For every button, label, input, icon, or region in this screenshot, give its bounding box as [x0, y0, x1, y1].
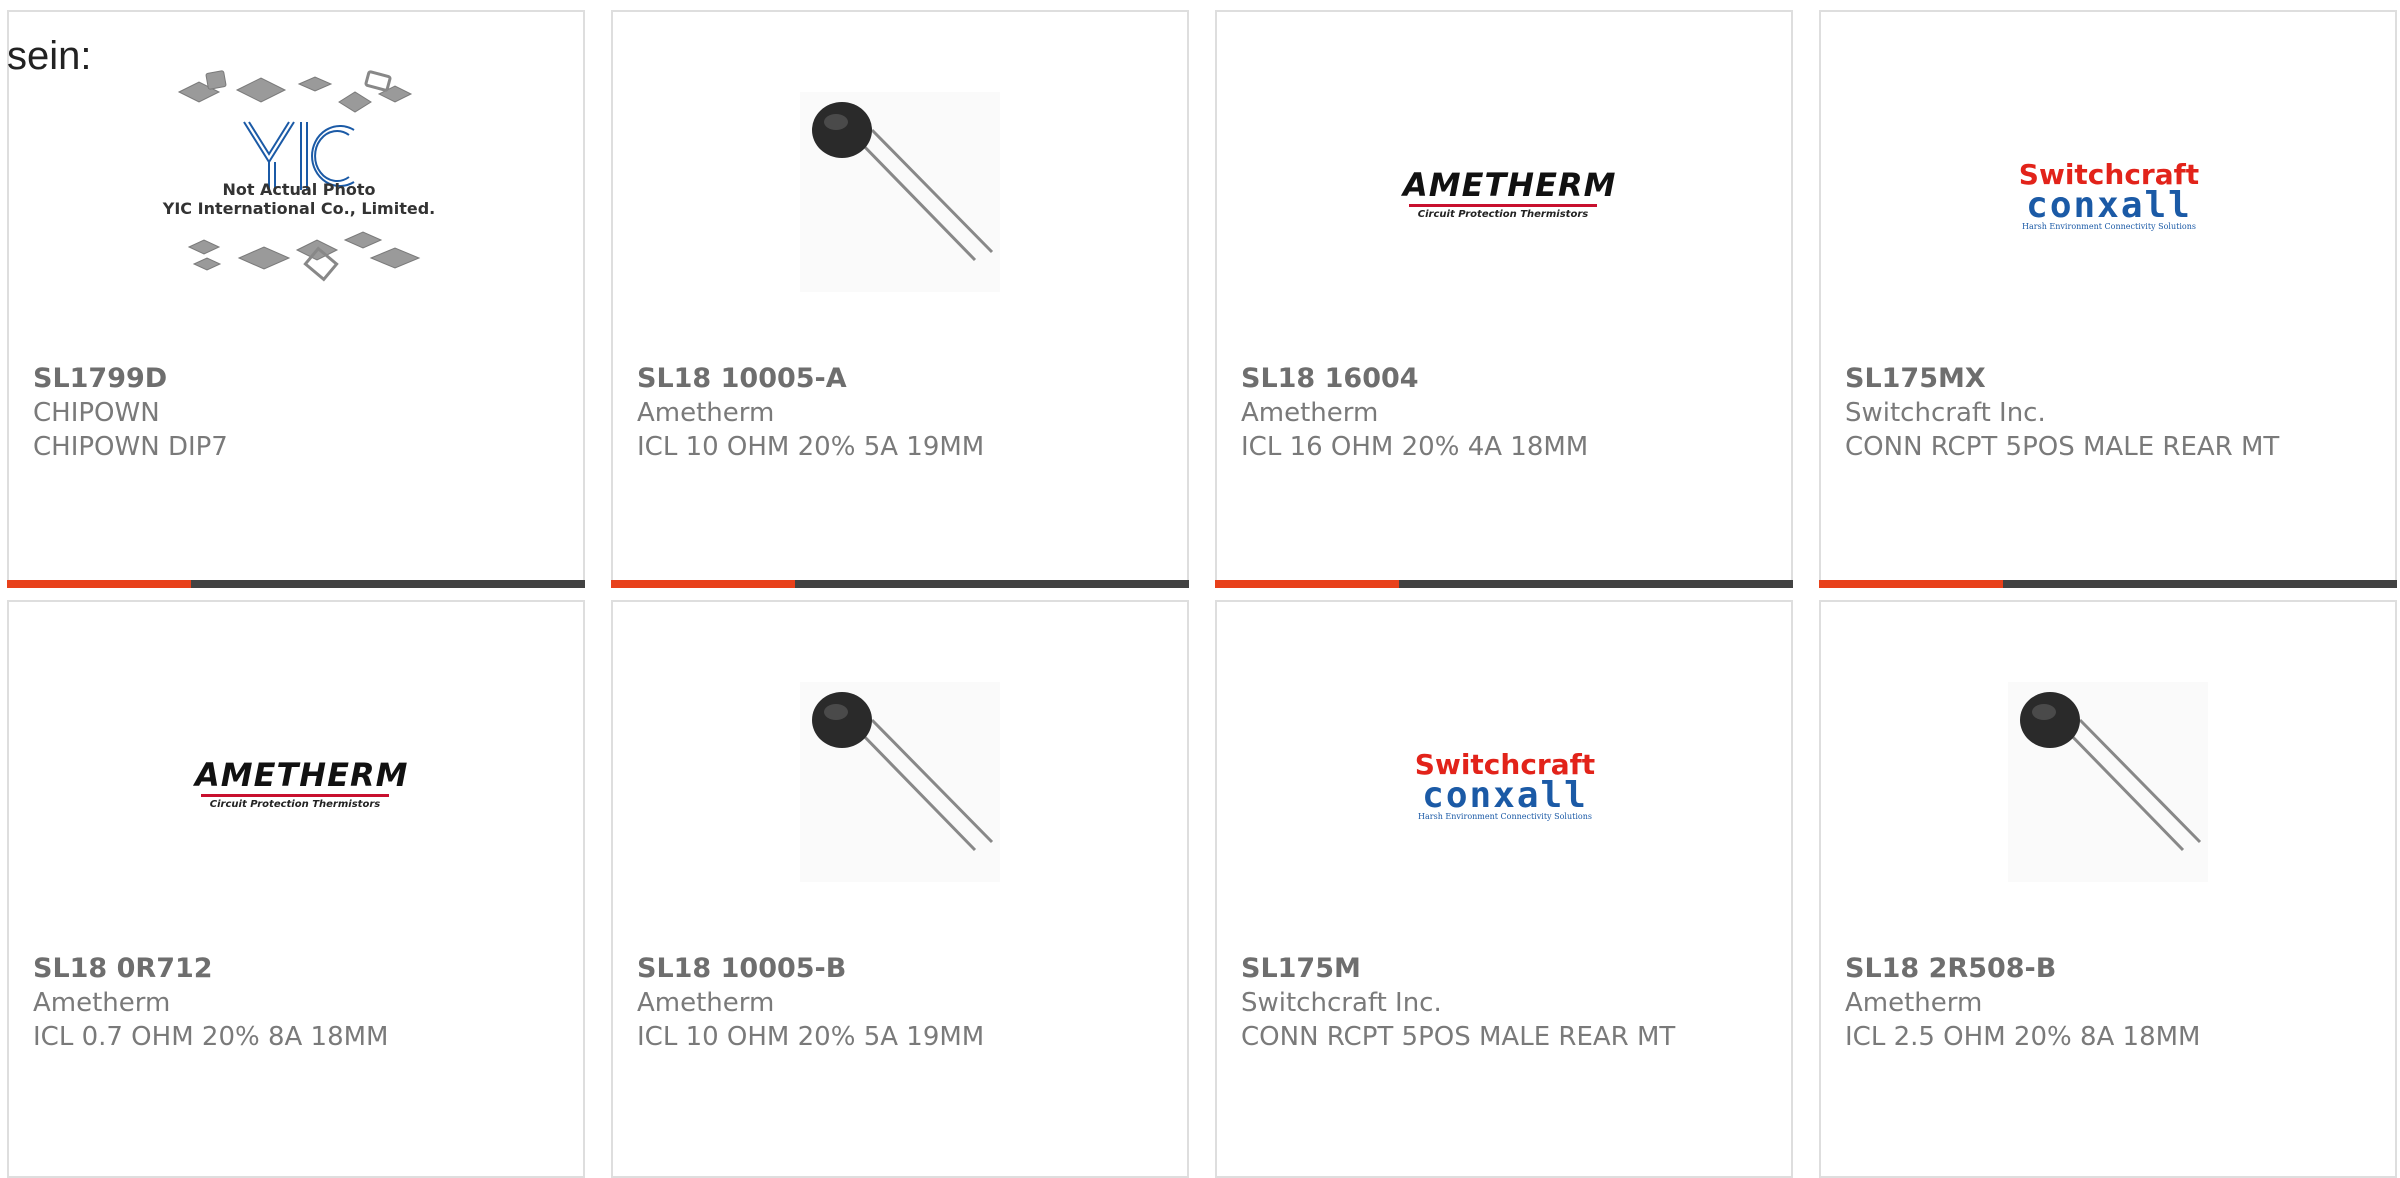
manufacturer: Switchcraft Inc. [1241, 988, 1442, 1018]
product-info: SL18 2R508-B Ametherm ICL 2.5 OHM 20% 8A… [1845, 952, 2375, 1054]
thermistor-photo [800, 92, 1000, 292]
chip-placeholder-image [177, 70, 421, 282]
part-number[interactable]: SL18 0R712 [33, 952, 563, 986]
description: ICL 10 OHM 20% 5A 19MM [637, 432, 985, 462]
part-number[interactable]: SL18 2R508-B [1845, 952, 2375, 986]
part-number[interactable]: SL18 16004 [1241, 362, 1771, 396]
switchcraft-logo: Switchcraft conxall Harsh Environment Co… [1414, 748, 1596, 822]
thermistor-photo [2008, 682, 2208, 882]
product-card[interactable]: Switchcraft conxall Harsh Environment Co… [1215, 600, 1793, 1178]
manufacturer: CHIPOWN [33, 398, 160, 428]
product-info: SL18 10005-A Ametherm ICL 10 OHM 20% 5A … [637, 362, 1167, 464]
product-card[interactable]: SL18 10005-B Ametherm ICL 10 OHM 20% 5A … [611, 600, 1189, 1178]
ametherm-logo: AMETHERM Circuit Protection Thermistors [195, 756, 409, 810]
part-number[interactable]: SL1799D [33, 362, 563, 396]
product-image[interactable] [1821, 662, 2395, 882]
product-card[interactable]: Switchcraft conxall Harsh Environment Co… [1819, 10, 2397, 588]
part-number[interactable]: SL175MX [1845, 362, 2375, 396]
card-bar-accent [7, 580, 191, 588]
placeholder-caption: Not Actual Photo YIC International Co., … [162, 180, 436, 218]
card-bar [611, 580, 1189, 588]
lead-text: sein: [7, 34, 92, 78]
card-bar-accent [1819, 580, 2003, 588]
manufacturer: Ametherm [637, 988, 775, 1018]
product-card[interactable]: Not Actual Photo YIC International Co., … [7, 10, 585, 588]
manufacturer: Ametherm [33, 988, 171, 1018]
product-card[interactable]: AMETHERM Circuit Protection Thermistors … [7, 600, 585, 1178]
description: ICL 16 OHM 20% 4A 18MM [1241, 432, 1589, 462]
product-image[interactable]: AMETHERM Circuit Protection Thermistors [9, 662, 583, 882]
product-image[interactable]: AMETHERM Circuit Protection Thermistors [1217, 72, 1791, 292]
ametherm-logo: AMETHERM Circuit Protection Thermistors [1403, 166, 1617, 220]
card-bar [7, 580, 585, 588]
description: ICL 2.5 OHM 20% 8A 18MM [1845, 1022, 2201, 1052]
part-number[interactable]: SL18 10005-B [637, 952, 1167, 986]
manufacturer: Ametherm [637, 398, 775, 428]
manufacturer: Ametherm [1241, 398, 1379, 428]
thermistor-photo [800, 682, 1000, 882]
card-bar [1819, 580, 2397, 588]
product-card[interactable]: AMETHERM Circuit Protection Thermistors … [1215, 10, 1793, 588]
part-number[interactable]: SL18 10005-A [637, 362, 1167, 396]
manufacturer: Switchcraft Inc. [1845, 398, 2046, 428]
description: ICL 0.7 OHM 20% 8A 18MM [33, 1022, 389, 1052]
part-number[interactable]: SL175M [1241, 952, 1771, 986]
card-bar-accent [611, 580, 795, 588]
switchcraft-logo: Switchcraft conxall Harsh Environment Co… [2018, 158, 2200, 232]
product-info: SL175MX Switchcraft Inc. CONN RCPT 5POS … [1845, 362, 2375, 464]
description: CONN RCPT 5POS MALE REAR MT [1845, 432, 2280, 462]
product-info: SL175M Switchcraft Inc. CONN RCPT 5POS M… [1241, 952, 1771, 1054]
description: CHIPOWN DIP7 [33, 432, 228, 462]
product-info: SL18 10005-B Ametherm ICL 10 OHM 20% 5A … [637, 952, 1167, 1054]
product-image[interactable] [613, 72, 1187, 292]
description: ICL 10 OHM 20% 5A 19MM [637, 1022, 985, 1052]
product-card[interactable]: SL18 2R508-B Ametherm ICL 2.5 OHM 20% 8A… [1819, 600, 2397, 1178]
product-image[interactable]: Switchcraft conxall Harsh Environment Co… [1821, 72, 2395, 292]
card-bar [1215, 580, 1793, 588]
product-info: SL18 0R712 Ametherm ICL 0.7 OHM 20% 8A 1… [33, 952, 563, 1054]
product-image[interactable]: Not Actual Photo YIC International Co., … [9, 12, 583, 342]
product-image[interactable]: Switchcraft conxall Harsh Environment Co… [1217, 662, 1791, 882]
product-image[interactable] [613, 662, 1187, 882]
product-card[interactable]: SL18 10005-A Ametherm ICL 10 OHM 20% 5A … [611, 10, 1189, 588]
manufacturer: Ametherm [1845, 988, 1983, 1018]
product-info: SL1799D CHIPOWN CHIPOWN DIP7 [33, 362, 563, 464]
card-bar-accent [1215, 580, 1399, 588]
product-info: SL18 16004 Ametherm ICL 16 OHM 20% 4A 18… [1241, 362, 1771, 464]
description: CONN RCPT 5POS MALE REAR MT [1241, 1022, 1676, 1052]
